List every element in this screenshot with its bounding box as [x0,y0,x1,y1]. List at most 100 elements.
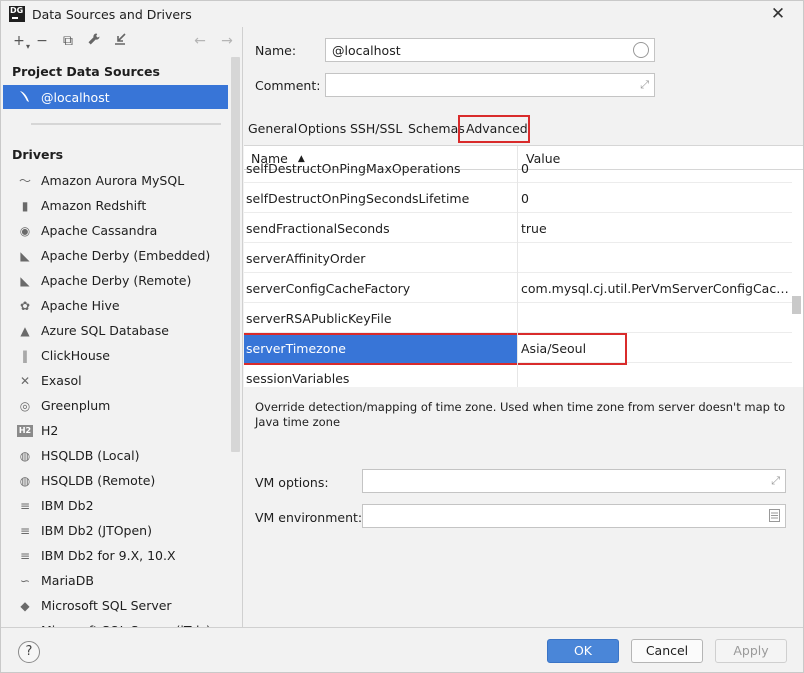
driver-label: IBM Db2 [41,498,94,513]
driver-label: Microsoft SQL Server [41,598,172,613]
close-icon[interactable]: ✕ [768,4,788,24]
tab-general[interactable]: General [248,121,297,136]
property-value[interactable]: true [521,221,791,236]
redshift-icon: ▮ [21,199,29,213]
help-button[interactable]: ? [18,641,40,663]
color-circle-icon[interactable] [633,42,649,58]
driver-label: Apache Cassandra [41,223,158,238]
drivers-heading: Drivers [12,147,64,162]
driver-item[interactable]: ≡ IBM Db2 for 9.X, 10.X [1,543,229,568]
vm-options-field[interactable]: ⤢ [362,469,786,493]
exasol-icon: ✕ [19,374,31,388]
right-panel: Name: @localhost Comment: ⤢ General Opti… [244,27,803,627]
advanced-tab-highlight [458,115,530,143]
ibm-icon: ≡ [19,524,31,538]
property-name: serverAffinityOrder [246,251,366,266]
dolphin-icon: 〜 [18,174,31,188]
mariadb-icon: ∽ [19,574,31,588]
driver-label: Exasol [41,373,82,388]
driver-label: Apache Hive [41,298,120,313]
azure-icon: ▲ [20,324,30,338]
name-label: Name: [255,43,297,58]
derby-icon: ◣ [20,249,30,263]
table-row[interactable]: serverConfigCacheFactory com.mysql.cj.uti… [244,273,792,303]
selected-row-highlight [244,333,627,365]
driver-item[interactable]: ◍ HSQLDB (Remote) [1,468,229,493]
table-row[interactable]: selfDestructOnPingMaxOperations 0 [244,153,792,183]
table-row[interactable]: sendFractionalSeconds true [244,213,792,243]
driver-label: Azure SQL Database [41,323,169,338]
driver-item[interactable]: ◣ Apache Derby (Embedded) [1,243,229,268]
driver-item[interactable]: ◆ Microsoft SQL Server [1,593,229,618]
table-scrollbar[interactable] [792,296,801,314]
table-row[interactable]: serverRSAPublicKeyFile [244,303,792,333]
table-row[interactable]: serverAffinityOrder [244,243,792,273]
duplicate-icon[interactable]: ⧉ [59,32,77,50]
h2-icon: H2 [17,425,33,437]
property-name: selfDestructOnPingMaxOperations [246,161,461,176]
advanced-properties-table: Name ▲ Value selfDestructOnPingMaxOperat… [244,145,803,387]
derby-icon: ◣ [20,274,30,288]
tab-options[interactable]: Options [298,121,346,136]
driver-item[interactable]: H2 H2 [1,418,229,443]
property-name: serverConfigCacheFactory [246,281,411,296]
driver-item[interactable]: ≡ IBM Db2 [1,493,229,518]
footer-divider [1,627,803,628]
driver-item[interactable]: ▮ Amazon Redshift [1,193,229,218]
property-name: selfDestructOnPingSecondsLifetime [246,191,470,206]
driver-label: H2 [41,423,59,438]
vm-environment-field[interactable] [362,504,786,528]
driver-item[interactable]: 〜 Amazon Aurora MySQL [1,168,229,193]
column-divider [517,146,518,387]
data-source-localhost[interactable]: @localhost [3,85,228,109]
property-value[interactable]: com.mysql.cj.util.PerVmServerConfigCache… [521,281,791,296]
driver-item[interactable]: ◍ HSQLDB (Local) [1,443,229,468]
driver-item[interactable]: ✿ Apache Hive [1,293,229,318]
clickhouse-icon: ‖ [22,349,28,363]
property-value[interactable]: 0 [521,161,791,176]
driver-item[interactable]: ◎ Greenplum [1,393,229,418]
wrench-icon[interactable] [85,32,103,50]
driver-item[interactable]: ◆Microsoft SQL Server (jTds) [1,618,229,627]
expand-icon[interactable]: ⤢ [640,78,649,92]
data-source-label: @localhost [41,90,110,105]
import-icon[interactable] [111,32,129,50]
tab-ssh-ssl[interactable]: SSH/SSL [350,121,402,136]
left-scrollbar[interactable] [231,57,240,452]
apply-button[interactable]: Apply [715,639,787,663]
datagrip-app-icon: DG [9,6,25,22]
property-name: serverRSAPublicKeyFile [246,311,392,326]
driver-item[interactable]: ✕ Exasol [1,368,229,393]
driver-label: Greenplum [41,398,111,413]
comment-field[interactable]: ⤢ [325,73,655,97]
table-row[interactable]: sessionVariables [244,363,792,387]
driver-label: Amazon Redshift [41,198,147,213]
driver-item[interactable]: ‖ ClickHouse [1,343,229,368]
app-icon-text: DG [10,6,24,15]
driver-item[interactable]: ∽ MariaDB [1,568,229,593]
table-row[interactable]: selfDestructOnPingSecondsLifetime 0 [244,183,792,213]
property-value[interactable]: 0 [521,191,791,206]
title-bar: DG Data Sources and Drivers ✕ [1,1,803,27]
back-arrow-icon[interactable]: ← [191,32,209,50]
driver-item[interactable]: ◉ Apache Cassandra [1,218,229,243]
list-icon[interactable] [769,509,780,525]
tab-schemas[interactable]: Schemas [408,121,465,136]
forward-arrow-icon[interactable]: → [218,32,236,50]
remove-icon[interactable]: − [33,32,51,50]
driver-label: IBM Db2 (JTOpen) [41,523,152,538]
table-row[interactable]: serverTimezone Asia/Seoul [244,333,792,365]
driver-label: Apache Derby (Remote) [41,273,192,288]
driver-label: MariaDB [41,573,94,588]
cassandra-icon: ◉ [19,224,31,238]
sidebar-divider [31,123,221,125]
expand-icon[interactable]: ⤢ [771,474,780,488]
driver-item[interactable]: ◣ Apache Derby (Remote) [1,268,229,293]
cancel-button[interactable]: Cancel [631,639,703,663]
driver-item[interactable]: ▲ Azure SQL Database [1,318,229,343]
name-field[interactable]: @localhost [325,38,655,62]
driver-label: Amazon Aurora MySQL [41,173,185,188]
driver-item[interactable]: ≡ IBM Db2 (JTOpen) [1,518,229,543]
ok-button[interactable]: OK [547,639,619,663]
ibm-icon: ≡ [19,549,31,563]
